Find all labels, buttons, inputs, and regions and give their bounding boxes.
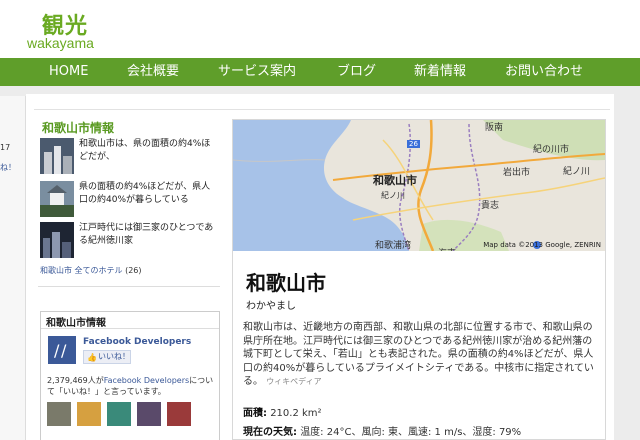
map-label-wakayama-city: 和歌山市 (373, 174, 417, 187)
castle-photo-icon (40, 181, 74, 217)
sidebar-item-text[interactable]: 和歌山市は、県の面積の約4%ほどだが、 (79, 138, 219, 164)
weather-label[interactable]: 現在の天気: (243, 427, 297, 438)
map-label-hannan: 阪南 (485, 123, 504, 133)
like-count-link[interactable]: Facebook Developers (104, 376, 189, 385)
avatar[interactable] (77, 402, 101, 426)
avatar[interactable] (137, 402, 161, 426)
route-26-badge: 26 (407, 140, 420, 148)
map-label-kinokawa: 紀ノ川 (563, 167, 591, 177)
knowledge-title: 和歌山市 (246, 271, 326, 295)
hotels-count: (26) (125, 266, 142, 275)
knowledge-reading: わかやまし (246, 301, 296, 312)
sidebar-thumbnail[interactable] (40, 181, 74, 217)
weather-value: 温度: 24°C、風向: 東、風速: 1 m/s、湿度: 79% (300, 427, 522, 438)
weather-row: 現在の天気: 温度: 24°C、風向: 東、風速: 1 m/s、湿度: 79% (243, 423, 521, 438)
nav-contact[interactable]: お問い合わせ (505, 58, 583, 86)
wikipedia-source-link[interactable]: ウィキペディア (266, 377, 321, 386)
map-label-kishi: 貴志 (481, 201, 500, 211)
thumbs-up-icon: 👍 (87, 353, 97, 362)
avatar[interactable] (107, 402, 131, 426)
nav-home[interactable]: HOME (49, 58, 88, 86)
left-edge-pane: 17 ね！ (0, 96, 26, 440)
area-label: 面積: (243, 408, 267, 419)
facebook-page-name[interactable]: Facebook Developers (83, 337, 191, 347)
page: 観光 wakayama HOME 会社概要 サービス案内 ブログ 新着情報 お問… (0, 0, 640, 440)
site-header: 観光 wakayama (0, 0, 640, 58)
nav-blog[interactable]: ブログ (337, 58, 376, 86)
map-credit: Map data ©2013 Google, ZENRIN (483, 241, 601, 249)
map[interactable]: 和歌山市 紀の川市 岩出市 紀ノ川 貴志 紀ノ川 和歌浦湾 海南 阪南 26 M… (233, 120, 605, 251)
map-label-kinokawa-city: 紀の川市 (533, 145, 570, 155)
sidebar-item-text[interactable]: 県の面積の約4%ほどだが、県人口の約40%が暮らしている (79, 181, 219, 207)
sidebar-thumbnail[interactable] (40, 222, 74, 258)
area-value: 210.2 km² (270, 408, 322, 419)
left-edge-text: 17 (0, 143, 11, 152)
nav-services[interactable]: サービス案内 (218, 58, 296, 86)
facebook-like-label: いいね！ (98, 352, 130, 361)
sidebar-thumbnail[interactable] (40, 138, 74, 174)
avatar[interactable] (47, 402, 71, 426)
facebook-like-box: 和歌山市情報 / / Facebook Developers 👍 いいね！ 2,… (40, 311, 220, 440)
facebook-faces (47, 402, 217, 440)
facebook-like-count: 2,379,469人がFacebook Developersについて「いいね！」… (47, 375, 217, 397)
left-edge-link[interactable]: ね！ (0, 162, 16, 173)
map-label-wakaura: 和歌浦湾 (375, 241, 412, 251)
knowledge-description: 和歌山市は、近畿地方の南西部、和歌山県の北部に位置する市で、和歌山県の県庁所在地… (243, 321, 599, 389)
site-subtitle: wakayama (27, 35, 94, 51)
sidebar-item-text[interactable]: 江戸時代には御三家のひとつである紀州徳川家 (79, 222, 219, 248)
hotels-link[interactable]: 和歌山市 全てのホテル (26) (40, 265, 142, 276)
map-label-kinokawa-river: 紀ノ川 (381, 191, 405, 200)
nav-news[interactable]: 新着情報 (414, 58, 466, 86)
facebook-box-title: 和歌山市情報 (46, 318, 106, 329)
main-nav: HOME 会社概要 サービス案内 ブログ 新着情報 お問い合わせ (0, 58, 640, 86)
sidebar-title: 和歌山市情報 (42, 121, 115, 135)
night-city-photo-icon (40, 222, 74, 258)
map-label-kainan: 海南 (438, 246, 456, 251)
map-label-iwade-city: 岩出市 (503, 168, 531, 178)
knowledge-panel: 和歌山市 紀の川市 岩出市 紀ノ川 貴志 紀ノ川 和歌浦湾 海南 阪南 26 M… (232, 119, 606, 440)
sidebar-item[interactable]: 県の面積の約4%ほどだが、県人口の約40%が暮らしている (40, 181, 220, 217)
facebook-box-divider (41, 328, 219, 329)
city-photo-icon (40, 138, 74, 174)
svg-text:/: / (54, 341, 60, 360)
nav-company[interactable]: 会社概要 (127, 58, 179, 86)
sidebar-item[interactable]: 江戸時代には御三家のひとつである紀州徳川家 (40, 222, 220, 258)
hotels-link-text[interactable]: 和歌山市 全てのホテル (40, 266, 123, 275)
avatar[interactable] (167, 402, 191, 426)
content-divider (34, 109, 610, 110)
like-count-prefix: 2,379,469人が (47, 376, 104, 385)
facebook-developers-logo-icon[interactable]: / / (48, 336, 76, 364)
area-row: 面積: 210.2 km² (243, 404, 322, 419)
sidebar-item[interactable]: 和歌山市は、県の面積の約4%ほどだが、 (40, 138, 220, 174)
sidebar-divider (38, 286, 220, 287)
facebook-like-button[interactable]: 👍 いいね！ (83, 350, 131, 364)
svg-text:/: / (61, 341, 67, 360)
